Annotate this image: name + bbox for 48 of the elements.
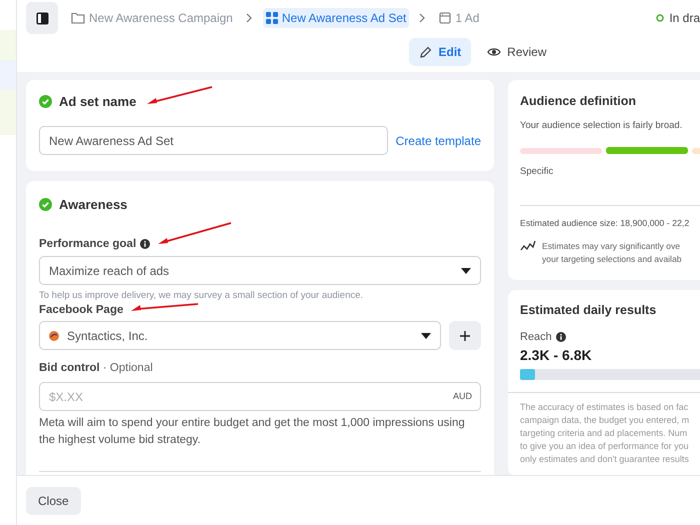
card-title: Awareness	[59, 197, 128, 212]
breadcrumb-item[interactable]: New Awareness Ad Set	[262, 8, 410, 28]
annotation-arrow	[147, 86, 214, 106]
eye-icon	[487, 47, 502, 57]
check-icon	[39, 198, 52, 211]
performance-goal-select[interactable]: Maximize reach of ads	[39, 256, 481, 285]
info-icon[interactable]	[140, 239, 150, 249]
add-button[interactable]	[449, 321, 481, 350]
sidebar-icon	[36, 12, 48, 24]
chevron-icon	[419, 13, 426, 23]
field-label: Bid control · Optional	[39, 362, 153, 374]
grid-icon	[266, 12, 278, 24]
check-icon	[39, 95, 52, 108]
card-title: Audience definition	[520, 94, 637, 108]
caret-icon	[461, 268, 471, 274]
bid-description: Meta will aim to spend your entire budget and get the most 1,000 impressions using the highest volume bid strategy.	[39, 416, 466, 448]
card-title: Estimated daily results	[520, 303, 658, 317]
facebook-page-select[interactable]: Syntactics, Inc.	[39, 321, 441, 350]
caret-icon	[421, 332, 431, 338]
card-title: Ad set name	[59, 94, 136, 109]
field-label: Performance goal	[39, 238, 136, 250]
page-logo-icon	[49, 330, 59, 340]
ad-set-name-field[interactable]: New Awareness Ad Set	[39, 126, 388, 155]
create-template-link[interactable]: Create template	[396, 134, 481, 148]
status-text: In dra	[669, 11, 700, 25]
mode-tab[interactable]: Review	[477, 38, 557, 66]
close-button[interactable]: Close	[26, 486, 81, 514]
audience-size: Estimated audience size: 18,900,000 - 22,2	[520, 218, 690, 228]
field-label: Facebook Page	[39, 304, 124, 316]
reach-range: 2.3K - 6.8K	[520, 347, 593, 363]
status-dot	[656, 14, 664, 22]
currency-label: AUD	[452, 391, 472, 401]
info-icon[interactable]	[556, 332, 566, 342]
pencil-icon	[419, 46, 432, 58]
helper-text: To help us improve delivery, we may survey a small section of your audience.	[39, 290, 364, 301]
ad-frame-icon	[439, 12, 452, 24]
mode-tab[interactable]: Edit	[409, 38, 472, 66]
scale-label: Specific	[520, 166, 554, 177]
trend-line-icon	[520, 240, 536, 252]
metric-label: Reach	[520, 331, 552, 343]
plus-icon	[460, 330, 470, 340]
estimate-disclaimer: The accuracy of estimates is based on fac campaign data, the budget you entered, m targeting criteria and ad placements. Num to give you an idea of performance for you only estimates and don't guarantee results	[520, 401, 690, 466]
folder-icon	[71, 12, 85, 24]
chevron-icon	[246, 13, 253, 23]
audience-summary: Your audience selection is fairly broad.	[520, 120, 684, 131]
sidebar-toggle-button[interactable]	[26, 2, 58, 34]
estimate-note: Estimates may vary significantly ove your targeting selections and availab	[542, 240, 682, 266]
annotation-arrow	[131, 303, 200, 313]
